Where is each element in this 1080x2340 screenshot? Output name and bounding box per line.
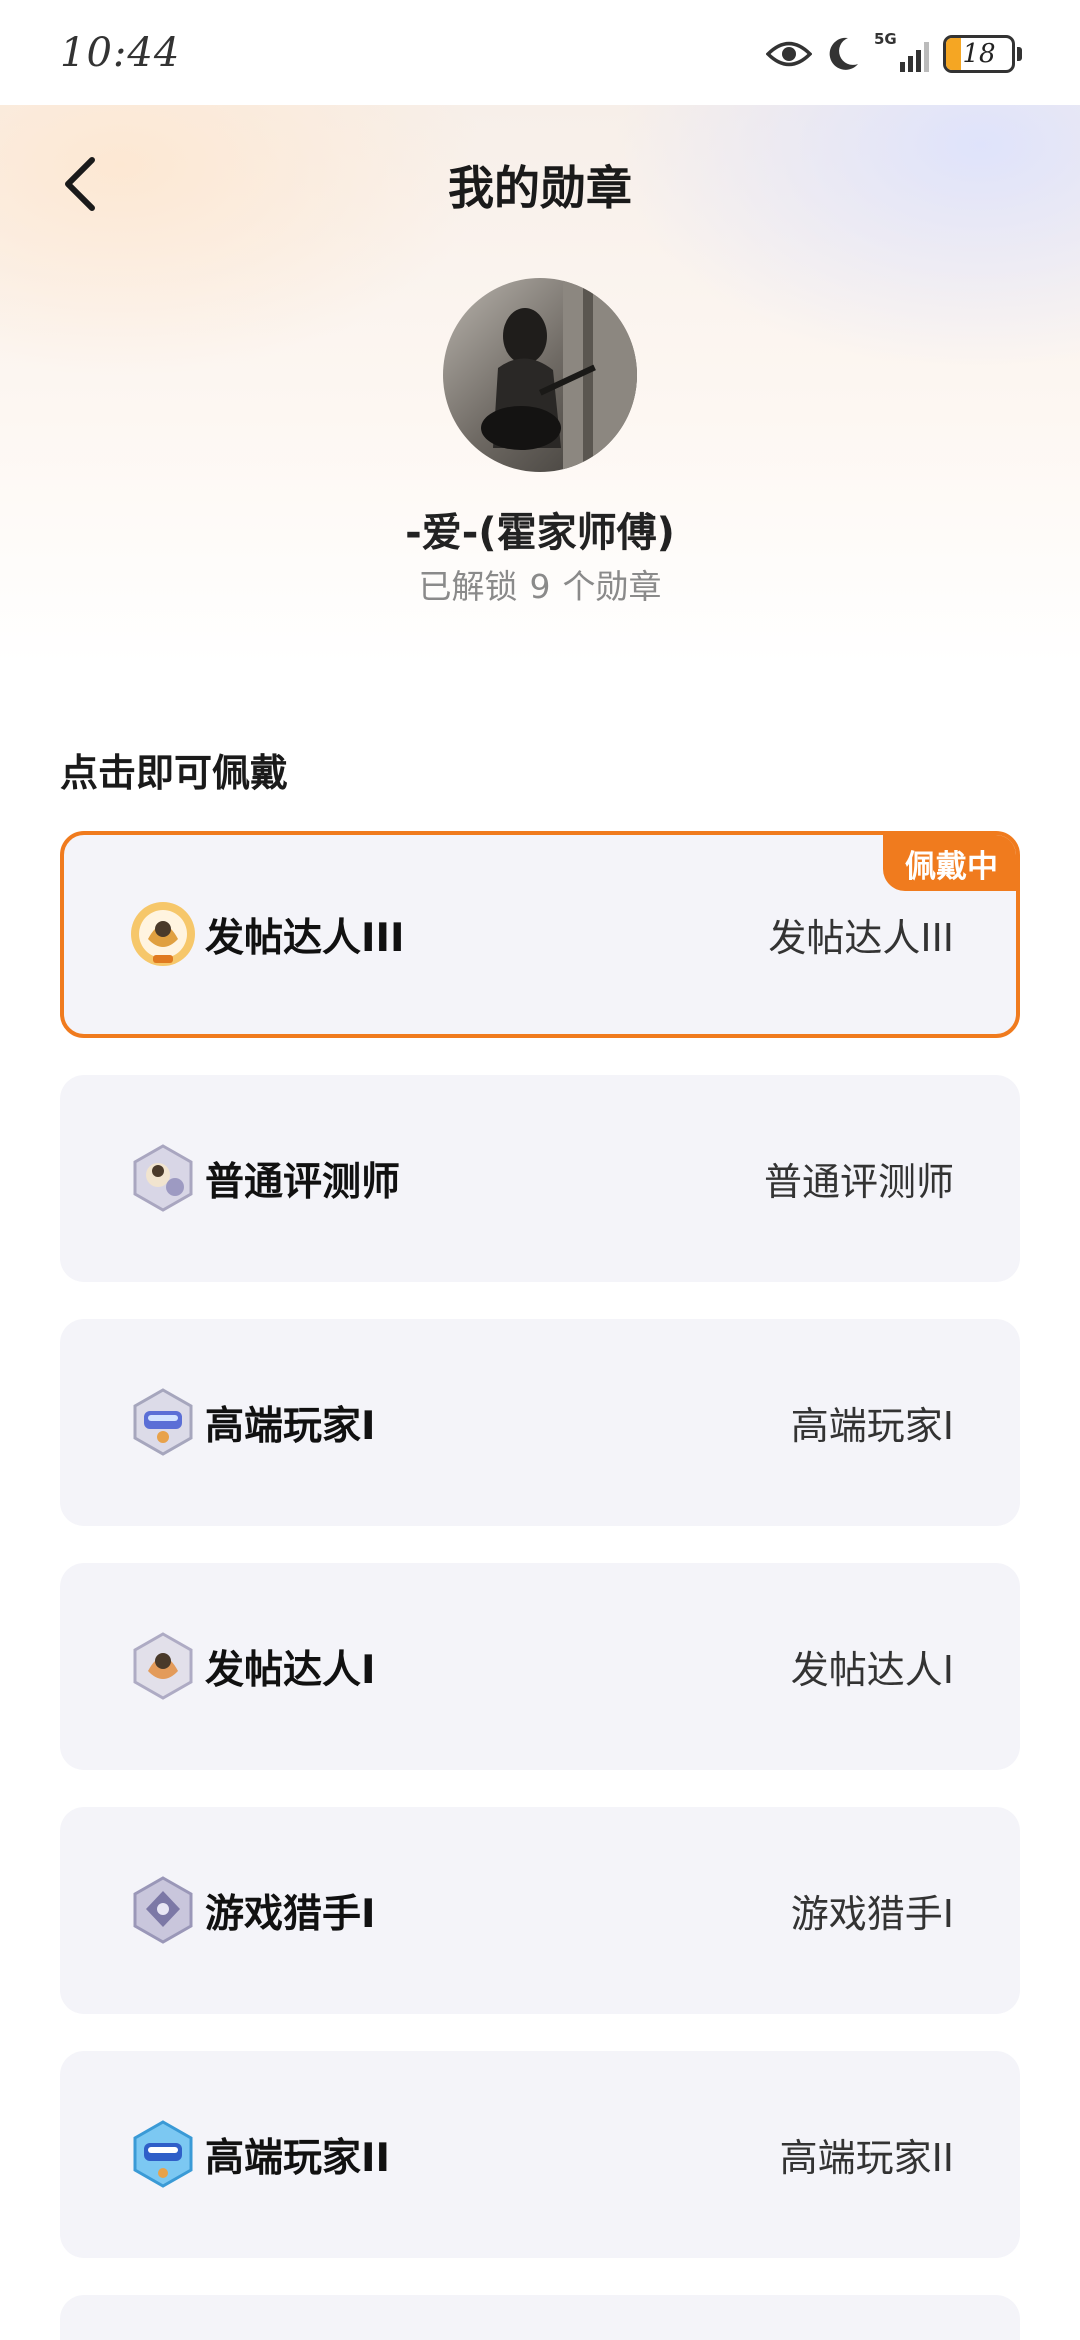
section-title: 点击即可佩戴 [60,751,289,795]
badge-card-poster-i[interactable]: 发帖达人I 发帖达人I [60,1563,1020,1770]
battery-icon: 18 [943,35,1015,73]
badge-pro-player-blue-icon [133,2120,193,2188]
unlock-count: 9 [529,567,551,606]
badge-poster-gold-icon [131,902,195,966]
badge-poster-icon [133,1632,193,1700]
unlock-prefix: 已解锁 [418,567,518,606]
nav-bar: 我的勋章 [0,130,1080,235]
badge-name: 高端玩家II [205,2135,391,2181]
signal-icon: 5G [874,30,929,72]
badge-pro-player-icon [133,1388,193,1456]
avatar[interactable] [443,278,637,472]
eye-icon [766,41,812,67]
network-type: 5G [874,30,897,48]
badge-desc: 高端玩家I [790,1404,954,1448]
user-name: -爱-(霍家师傅) [405,510,675,556]
badge-card-pro-player-ii[interactable]: 高端玩家II 高端玩家II [60,2051,1020,2258]
badge-name: 发帖达人III [205,915,405,961]
battery-level: 18 [962,39,996,69]
badge-card-poster-iii[interactable]: 发帖达人III 发帖达人III 佩戴中 [60,831,1020,1038]
badge-name: 游戏猎手I [205,1891,376,1937]
badge-name: 高端玩家I [205,1403,376,1449]
badge-reviewer-icon [133,1144,193,1212]
badge-desc: 游戏猎手I [790,1892,954,1936]
badge-name: 普通评测师 [205,1159,401,1205]
wearing-tag: 佩戴中 [883,835,1016,891]
status-icons: 5G 18 [766,30,1022,78]
unlock-suffix: 个勋章 [562,567,662,606]
badge-game-hunter-icon [133,1876,193,1944]
badge-card-game-hunter-i[interactable]: 游戏猎手I 游戏猎手I [60,1807,1020,2014]
status-time: 10:44 [60,30,181,76]
unlock-summary: 已解锁 9 个勋章 [0,560,1080,608]
moon-icon [829,37,858,70]
badge-desc: 高端玩家II [779,2136,954,2180]
badge-desc: 发帖达人I [790,1648,954,1692]
badge-card-reviewer[interactable]: 普通评测师 普通评测师 [60,1075,1020,1282]
badge-name: 发帖达人I [205,1647,376,1693]
status-bar: 10:44 5G 18 [0,0,1080,105]
badge-desc: 普通评测师 [763,1160,954,1204]
badge-list: 发帖达人III 发帖达人III 佩戴中 普通评测师 普通评测师 高端玩家I 高端… [60,831,1020,2340]
page-title: 我的勋章 [448,161,632,215]
badge-card-pro-player-i[interactable]: 高端玩家I 高端玩家I [60,1319,1020,1526]
badge-card-next[interactable] [60,2295,1020,2340]
avatar-image [443,278,637,472]
